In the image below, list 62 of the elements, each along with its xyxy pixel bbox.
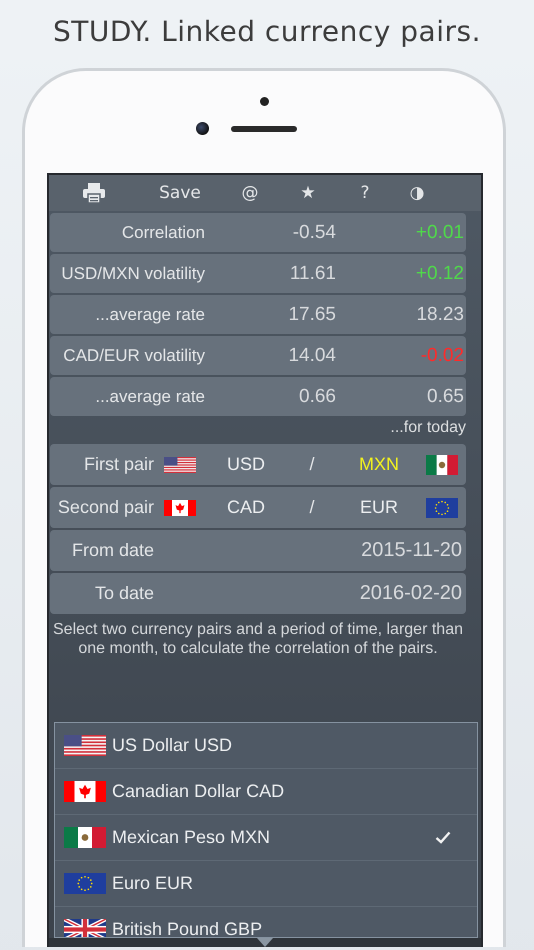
- footnote: ...for today: [389, 418, 466, 438]
- flag-icon: [64, 827, 106, 848]
- pair-separator: /: [308, 454, 316, 475]
- camera-lens: [196, 122, 208, 135]
- currency-name: Canadian Dollar CAD: [112, 781, 286, 802]
- stat-change: 18.23: [415, 304, 464, 326]
- flag-icon: [64, 735, 106, 756]
- sensor-dot: [260, 97, 268, 106]
- date-value: 2015-11-20: [360, 539, 463, 562]
- description-text: Select two currency pairs and a period of time, larger than one month, to calculate the correlation of the pairs.: [52, 620, 464, 658]
- currency-list-item[interactable]: Euro EUR: [55, 861, 477, 907]
- currency-list-item[interactable]: Mexican Peso MXN: [55, 815, 477, 861]
- pair-row[interactable]: Second pair CAD / EUR: [50, 487, 466, 528]
- date-label: From date: [70, 540, 154, 561]
- date-value: 2016-02-20: [358, 582, 463, 605]
- stat-label: ...average rate: [94, 304, 205, 324]
- currency-code[interactable]: USD: [206, 454, 286, 475]
- stat-value: 0.66: [298, 386, 336, 408]
- flag-icon: [64, 781, 106, 802]
- stat-label: ...average rate: [94, 386, 205, 406]
- headline: STUDY. Linked currency pairs.: [53, 14, 481, 50]
- currency-code[interactable]: CAD: [206, 497, 286, 518]
- pair-label: Second pair: [56, 497, 154, 518]
- stat-value: 14.04: [287, 344, 336, 366]
- flag-icon: [64, 873, 106, 894]
- flag-icon: [426, 454, 458, 474]
- currency-code[interactable]: EUR: [338, 497, 420, 518]
- stat-value: 11.61: [288, 262, 336, 284]
- pair-row[interactable]: First pair USD / MXN: [50, 444, 466, 485]
- stat-value: 17.65: [287, 304, 336, 326]
- speaker-grille: [230, 126, 296, 132]
- stat-change: -0.02: [420, 344, 464, 366]
- flag-icon: [164, 500, 196, 516]
- currency-name: Mexican Peso MXN: [112, 827, 272, 848]
- currency-name: US Dollar USD: [112, 735, 234, 756]
- date-row[interactable]: From date 2015-11-20: [50, 530, 466, 571]
- stat-value: -0.54: [292, 222, 336, 244]
- stat-label: Correlation: [120, 222, 205, 242]
- flag-icon: [164, 456, 196, 472]
- currency-code[interactable]: MXN: [338, 454, 420, 475]
- toolbar-button[interactable]: Save: [159, 183, 201, 203]
- date-label: To date: [94, 583, 154, 604]
- toolbar-button[interactable]: ?: [360, 183, 370, 203]
- toolbar-button[interactable]: ◑: [410, 183, 424, 203]
- currency-name: British Pound GBP: [112, 919, 264, 937]
- stat-label: USD/MXN volatility: [60, 264, 205, 284]
- printer-icon[interactable]: [82, 182, 106, 204]
- flag-icon: [64, 919, 106, 937]
- pair-separator: /: [308, 497, 316, 518]
- currency-name: Euro EUR: [112, 873, 194, 894]
- stat-label: CAD/EUR volatility: [62, 346, 205, 366]
- stat-change: 0.65: [426, 386, 464, 408]
- currency-list-item[interactable]: US Dollar USD: [55, 723, 477, 769]
- toolbar-button[interactable]: @: [242, 183, 258, 203]
- flag-icon: [426, 498, 458, 518]
- stat-change: +0.12: [414, 262, 464, 284]
- pair-label: First pair: [82, 454, 154, 475]
- stat-change: +0.01: [414, 222, 464, 244]
- date-row[interactable]: To date 2016-02-20: [50, 573, 466, 614]
- toolbar-button[interactable]: ★: [300, 183, 316, 203]
- checkmark-icon: [435, 831, 451, 844]
- currency-list-item[interactable]: Canadian Dollar CAD: [55, 769, 477, 815]
